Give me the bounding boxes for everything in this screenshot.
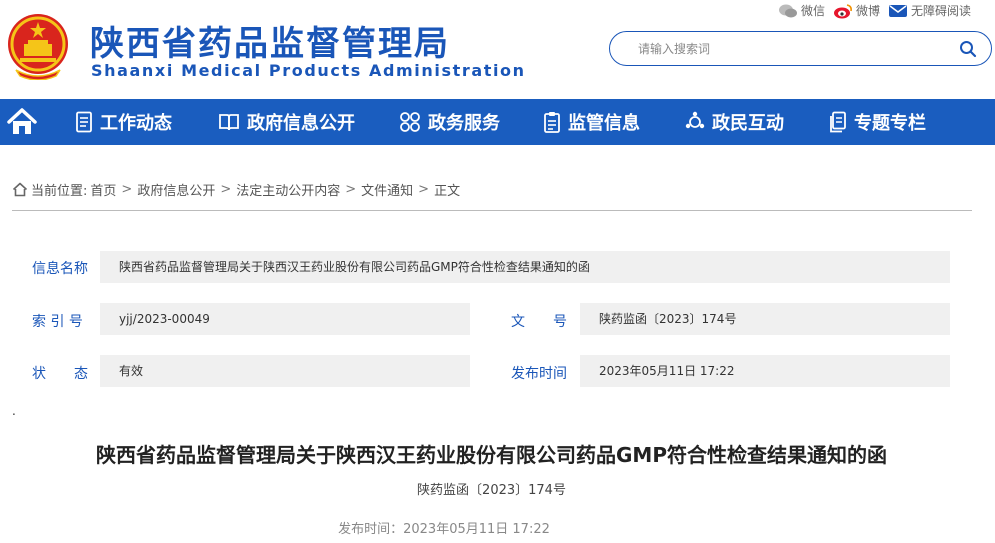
breadcrumb-separator: > bbox=[121, 182, 133, 197]
info-pubtime-label: 发布时间 bbox=[511, 366, 567, 382]
wechat-icon bbox=[778, 4, 797, 17]
nav-item-gov-services[interactable]: 政务服务 bbox=[399, 99, 500, 145]
info-pubtime-value: 2023年05月11日 17:22 bbox=[580, 355, 950, 387]
info-status-label: 状 态 bbox=[32, 366, 88, 382]
nav-label: 工作动态 bbox=[100, 113, 172, 134]
home-icon[interactable] bbox=[6, 107, 38, 137]
weibo-label: 微博 bbox=[855, 4, 880, 18]
wechat-link[interactable]: 微信 bbox=[778, 2, 825, 19]
site-header: 陕西省药品监督管理局 Shaanxi Medical Products Admi… bbox=[0, 0, 995, 99]
weibo-link[interactable]: 微博 bbox=[833, 2, 880, 19]
nav-item-special-topics[interactable]: 专题专栏 bbox=[829, 99, 926, 145]
breadcrumb-notices[interactable]: 文件通知 bbox=[361, 180, 413, 199]
breadcrumb-statutory[interactable]: 法定主动公开内容 bbox=[236, 180, 340, 199]
file-copy-icon bbox=[830, 111, 846, 133]
document-list-icon bbox=[76, 111, 92, 133]
nav-item-interaction[interactable]: 政民互动 bbox=[685, 99, 784, 145]
info-docno-value: 陕药监函〔2023〕174号 bbox=[580, 303, 950, 335]
nav-label: 政务服务 bbox=[428, 113, 500, 134]
breadcrumb-separator: > bbox=[220, 182, 232, 197]
breadcrumb-home[interactable]: 首页 bbox=[90, 180, 116, 199]
weibo-icon bbox=[833, 3, 852, 18]
breadcrumb-divider bbox=[12, 210, 972, 211]
interaction-icon bbox=[685, 111, 705, 129]
site-name-english: Shaanxi Medical Products Administration bbox=[91, 61, 526, 80]
nav-item-supervision[interactable]: 监管信息 bbox=[543, 99, 640, 145]
breadcrumb-prefix: 当前位置: bbox=[31, 184, 88, 199]
nav-label: 政府信息公开 bbox=[247, 113, 355, 134]
article-title: 陕西省药品监督管理局关于陕西汉王药业股份有限公司药品GMP符合性检查结果通知的函 bbox=[96, 443, 887, 467]
clipboard-icon bbox=[544, 112, 560, 133]
search-icon[interactable] bbox=[959, 40, 977, 58]
article-publish-time: 发布时间：2023年05月11日 17:22 bbox=[338, 522, 550, 537]
info-index-value: yjj/2023-00049 bbox=[100, 303, 470, 335]
nav-label: 专题专栏 bbox=[854, 113, 926, 134]
nav-item-work-news[interactable]: 工作动态 bbox=[75, 99, 172, 145]
accessibility-link[interactable]: 无障碍阅读 bbox=[888, 2, 971, 19]
breadcrumb-separator: > bbox=[345, 182, 357, 197]
article-doc-number: 陕药监函〔2023〕174号 bbox=[417, 483, 566, 498]
open-book-icon bbox=[219, 114, 239, 131]
search-box bbox=[609, 31, 992, 66]
main-nav: 工作动态 政府信息公开 政务服务 监管信息 政民互动 专题专栏 bbox=[0, 99, 995, 145]
breadcrumb-separator: > bbox=[418, 182, 430, 197]
breadcrumb: 当前位置: 首页 > 政府信息公开 > 法定主动公开内容 > 文件通知 > 正文 bbox=[12, 180, 460, 199]
info-name-value: 陕西省药品监督管理局关于陕西汉王药业股份有限公司药品GMP符合性检查结果通知的函 bbox=[100, 251, 950, 283]
top-links: 微信 微博 无障碍阅读 bbox=[770, 2, 971, 19]
info-index-label: 索 引 号 bbox=[32, 314, 83, 330]
info-name-label: 信息名称 bbox=[32, 261, 88, 277]
wechat-label: 微信 bbox=[800, 4, 825, 18]
site-name: 陕西省药品监督管理局 bbox=[90, 24, 450, 64]
search-input[interactable] bbox=[638, 40, 938, 58]
services-grid-icon bbox=[400, 112, 420, 132]
info-status-value: 有效 bbox=[100, 355, 470, 387]
nav-item-gov-info[interactable]: 政府信息公开 bbox=[218, 99, 355, 145]
mail-icon bbox=[888, 4, 907, 17]
nav-label: 监管信息 bbox=[568, 113, 640, 134]
nav-label: 政民互动 bbox=[712, 113, 784, 134]
breadcrumb-gov-info[interactable]: 政府信息公开 bbox=[137, 180, 215, 199]
info-docno-label: 文 号 bbox=[511, 314, 567, 330]
home-small-icon bbox=[12, 182, 28, 197]
breadcrumb-current: 正文 bbox=[434, 184, 461, 199]
accessibility-label: 无障碍阅读 bbox=[910, 4, 971, 18]
national-emblem-icon bbox=[8, 14, 68, 80]
stray-dot: . bbox=[12, 404, 16, 418]
